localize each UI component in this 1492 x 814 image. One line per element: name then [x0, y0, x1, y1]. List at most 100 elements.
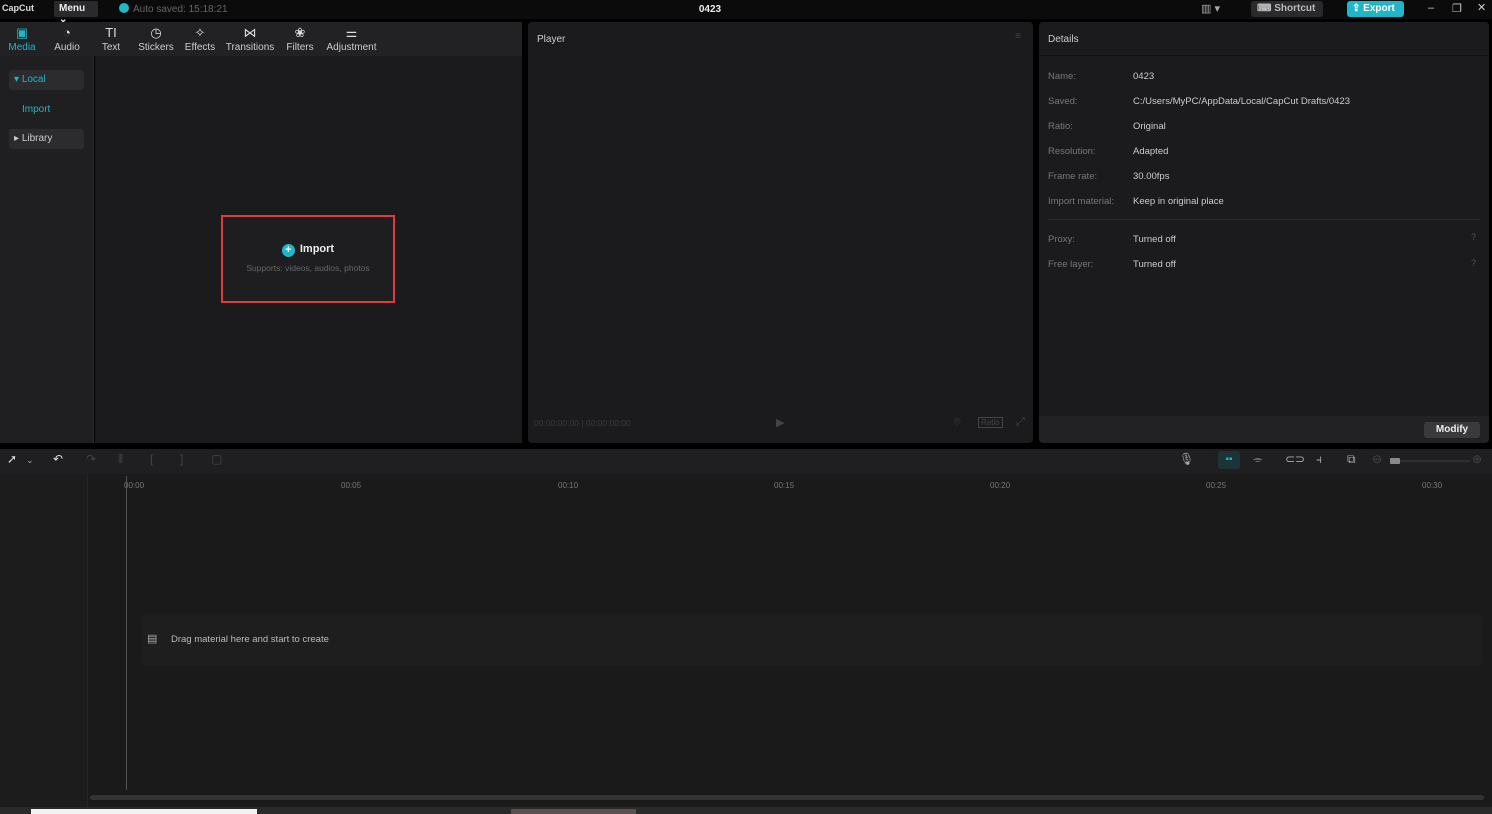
undo-icon[interactable]: ↶ — [53, 452, 63, 466]
import-hint: Supports: videos, audios, photos — [223, 263, 393, 273]
effects-icon: ✧ — [183, 26, 217, 42]
chevron-down-icon[interactable]: ⌄ — [26, 455, 34, 466]
tab-transitions[interactable]: ⋈Transitions — [224, 26, 276, 53]
dropzone-hint: Drag material here and start to create — [171, 634, 329, 645]
tab-effects[interactable]: ✧Effects — [183, 26, 217, 53]
detail-value: Adapted — [1133, 146, 1168, 157]
export-label: Export — [1363, 3, 1395, 14]
filters-icon: ❀ — [284, 26, 316, 42]
help-icon[interactable]: ? — [1471, 258, 1476, 268]
auto-snap-icon[interactable]: ⌯ — [1253, 452, 1263, 467]
sidebar-label: Import — [22, 104, 50, 115]
transitions-icon: ⋈ — [224, 26, 276, 42]
tab-text[interactable]: TIText — [98, 26, 124, 53]
hamburger-menu-icon[interactable]: ≡ — [1015, 31, 1021, 42]
ruler-tick: 00:15 — [774, 481, 794, 490]
detail-value: 30.00fps — [1133, 171, 1169, 182]
zoom-slider-handle[interactable] — [1390, 458, 1400, 464]
shortcut-button[interactable]: ⌨ Shortcut — [1251, 1, 1323, 17]
delete-icon[interactable]: ▢ — [211, 452, 222, 466]
play-icon[interactable]: ▶ — [776, 416, 784, 429]
split-preview-icon[interactable]: ⫞ — [1316, 452, 1322, 467]
tab-label: Media — [8, 42, 35, 53]
detail-key: Ratio: — [1048, 121, 1073, 132]
main-track-magnet-icon[interactable]: ▪▪ — [1218, 451, 1240, 469]
tab-label: Audio — [54, 42, 80, 53]
details-title: Details — [1048, 34, 1079, 45]
total-time: 00:00:00:00 — [586, 418, 631, 428]
tab-label: Stickers — [138, 42, 174, 53]
zoom-out-icon[interactable]: ⊖ — [1372, 452, 1382, 466]
detail-value: 0423 — [1133, 71, 1154, 82]
ratio-button[interactable]: Ratio — [978, 417, 1003, 428]
tab-media[interactable]: ▣Media — [6, 26, 38, 53]
detail-key: Frame rate: — [1048, 171, 1097, 182]
sidebar-item-library[interactable]: ▸ Library — [9, 129, 84, 149]
tab-stickers[interactable]: ◷Stickers — [136, 26, 176, 53]
tab-label: Text — [102, 42, 120, 53]
playhead[interactable] — [126, 476, 127, 790]
media-icon: ▣ — [6, 26, 38, 42]
track-header-column — [0, 474, 88, 807]
help-icon[interactable]: ? — [1471, 232, 1476, 242]
sidebar-item-import[interactable]: Import — [17, 100, 92, 120]
sidebar-label: Library — [22, 133, 53, 144]
player-panel: Player≡ 00:00:00:00 | 00:00:00:00 ▶ ⌾ Ra… — [528, 22, 1033, 443]
sidebar-item-local[interactable]: ▾ Local — [9, 70, 84, 90]
horizontal-scrollbar[interactable] — [90, 795, 1484, 800]
detail-value: Turned off — [1133, 234, 1176, 245]
plus-icon: + — [282, 244, 295, 257]
sidebar-label: Local — [22, 74, 46, 85]
ruler-tick: 00:00 — [124, 481, 144, 490]
preview-axis-icon[interactable]: ⧉ — [1347, 452, 1356, 467]
close-icon[interactable]: ✕ — [1477, 1, 1486, 14]
zoom-in-icon[interactable]: ⊕ — [1472, 452, 1482, 466]
detail-key: Saved: — [1048, 96, 1078, 107]
taskbar-item[interactable] — [31, 809, 257, 814]
import-button[interactable]: + Import Supports: videos, audios, photos — [221, 215, 395, 303]
taskbar-item[interactable] — [511, 809, 636, 814]
trim-right-icon[interactable]: ] — [180, 452, 183, 466]
ruler-tick: 00:25 — [1206, 481, 1226, 490]
link-icon[interactable]: ⊂⊃ — [1285, 452, 1305, 466]
main-track-dropzone[interactable]: ▤ Drag material here and start to create — [142, 613, 1482, 666]
modify-button[interactable]: Modify — [1424, 422, 1480, 438]
tab-label: Transitions — [226, 42, 275, 53]
zoom-slider[interactable] — [1390, 460, 1470, 462]
timeline-toolbar — [0, 449, 1492, 474]
shortcut-label: Shortcut — [1274, 3, 1315, 14]
detail-key: Proxy: — [1048, 234, 1075, 245]
text-icon: TI — [98, 26, 124, 42]
detail-key: Resolution: — [1048, 146, 1096, 157]
details-footer — [1039, 416, 1489, 443]
divider — [1048, 219, 1480, 220]
ruler-tick: 00:30 — [1422, 481, 1442, 490]
stickers-icon: ◷ — [136, 26, 176, 42]
ruler-tick: 00:05 — [341, 481, 361, 490]
import-label: Import — [300, 243, 334, 255]
split-icon[interactable]: ⫴ — [118, 452, 123, 467]
tab-audio[interactable]: ◔Audio — [50, 26, 84, 53]
redo-icon[interactable]: ↷ — [86, 452, 96, 466]
tab-filters[interactable]: ❀Filters — [284, 26, 316, 53]
zoom-fit-icon[interactable]: ⌾ — [954, 416, 961, 429]
detail-value: Turned off — [1133, 259, 1176, 270]
media-tabs: ▣Media ◔Audio TIText ◷Stickers ✧Effects … — [0, 22, 522, 56]
tab-adjustment[interactable]: ⚌Adjustment — [324, 26, 379, 53]
audio-icon: ◔ — [50, 26, 84, 42]
microphone-icon[interactable]: 🎙 — [1179, 452, 1194, 466]
trim-left-icon[interactable]: [ — [150, 452, 153, 466]
select-cursor-icon[interactable]: ➚ — [7, 452, 17, 466]
tab-label: Effects — [185, 42, 215, 53]
detail-value: Keep in original place — [1133, 196, 1224, 207]
fullscreen-icon[interactable]: ⤢ — [1016, 416, 1025, 429]
film-icon: ▤ — [147, 632, 157, 645]
export-button[interactable]: ⇪ Export — [1347, 1, 1404, 17]
player-title: Player — [537, 34, 565, 45]
minimize-icon[interactable]: – — [1428, 2, 1434, 14]
maximize-icon[interactable]: ❐ — [1452, 2, 1462, 15]
ruler-tick: 00:10 — [558, 481, 578, 490]
detail-key: Import material: — [1048, 196, 1114, 207]
layout-icon[interactable]: ▥ ▾ — [1201, 2, 1220, 15]
tab-label: Adjustment — [326, 42, 376, 53]
